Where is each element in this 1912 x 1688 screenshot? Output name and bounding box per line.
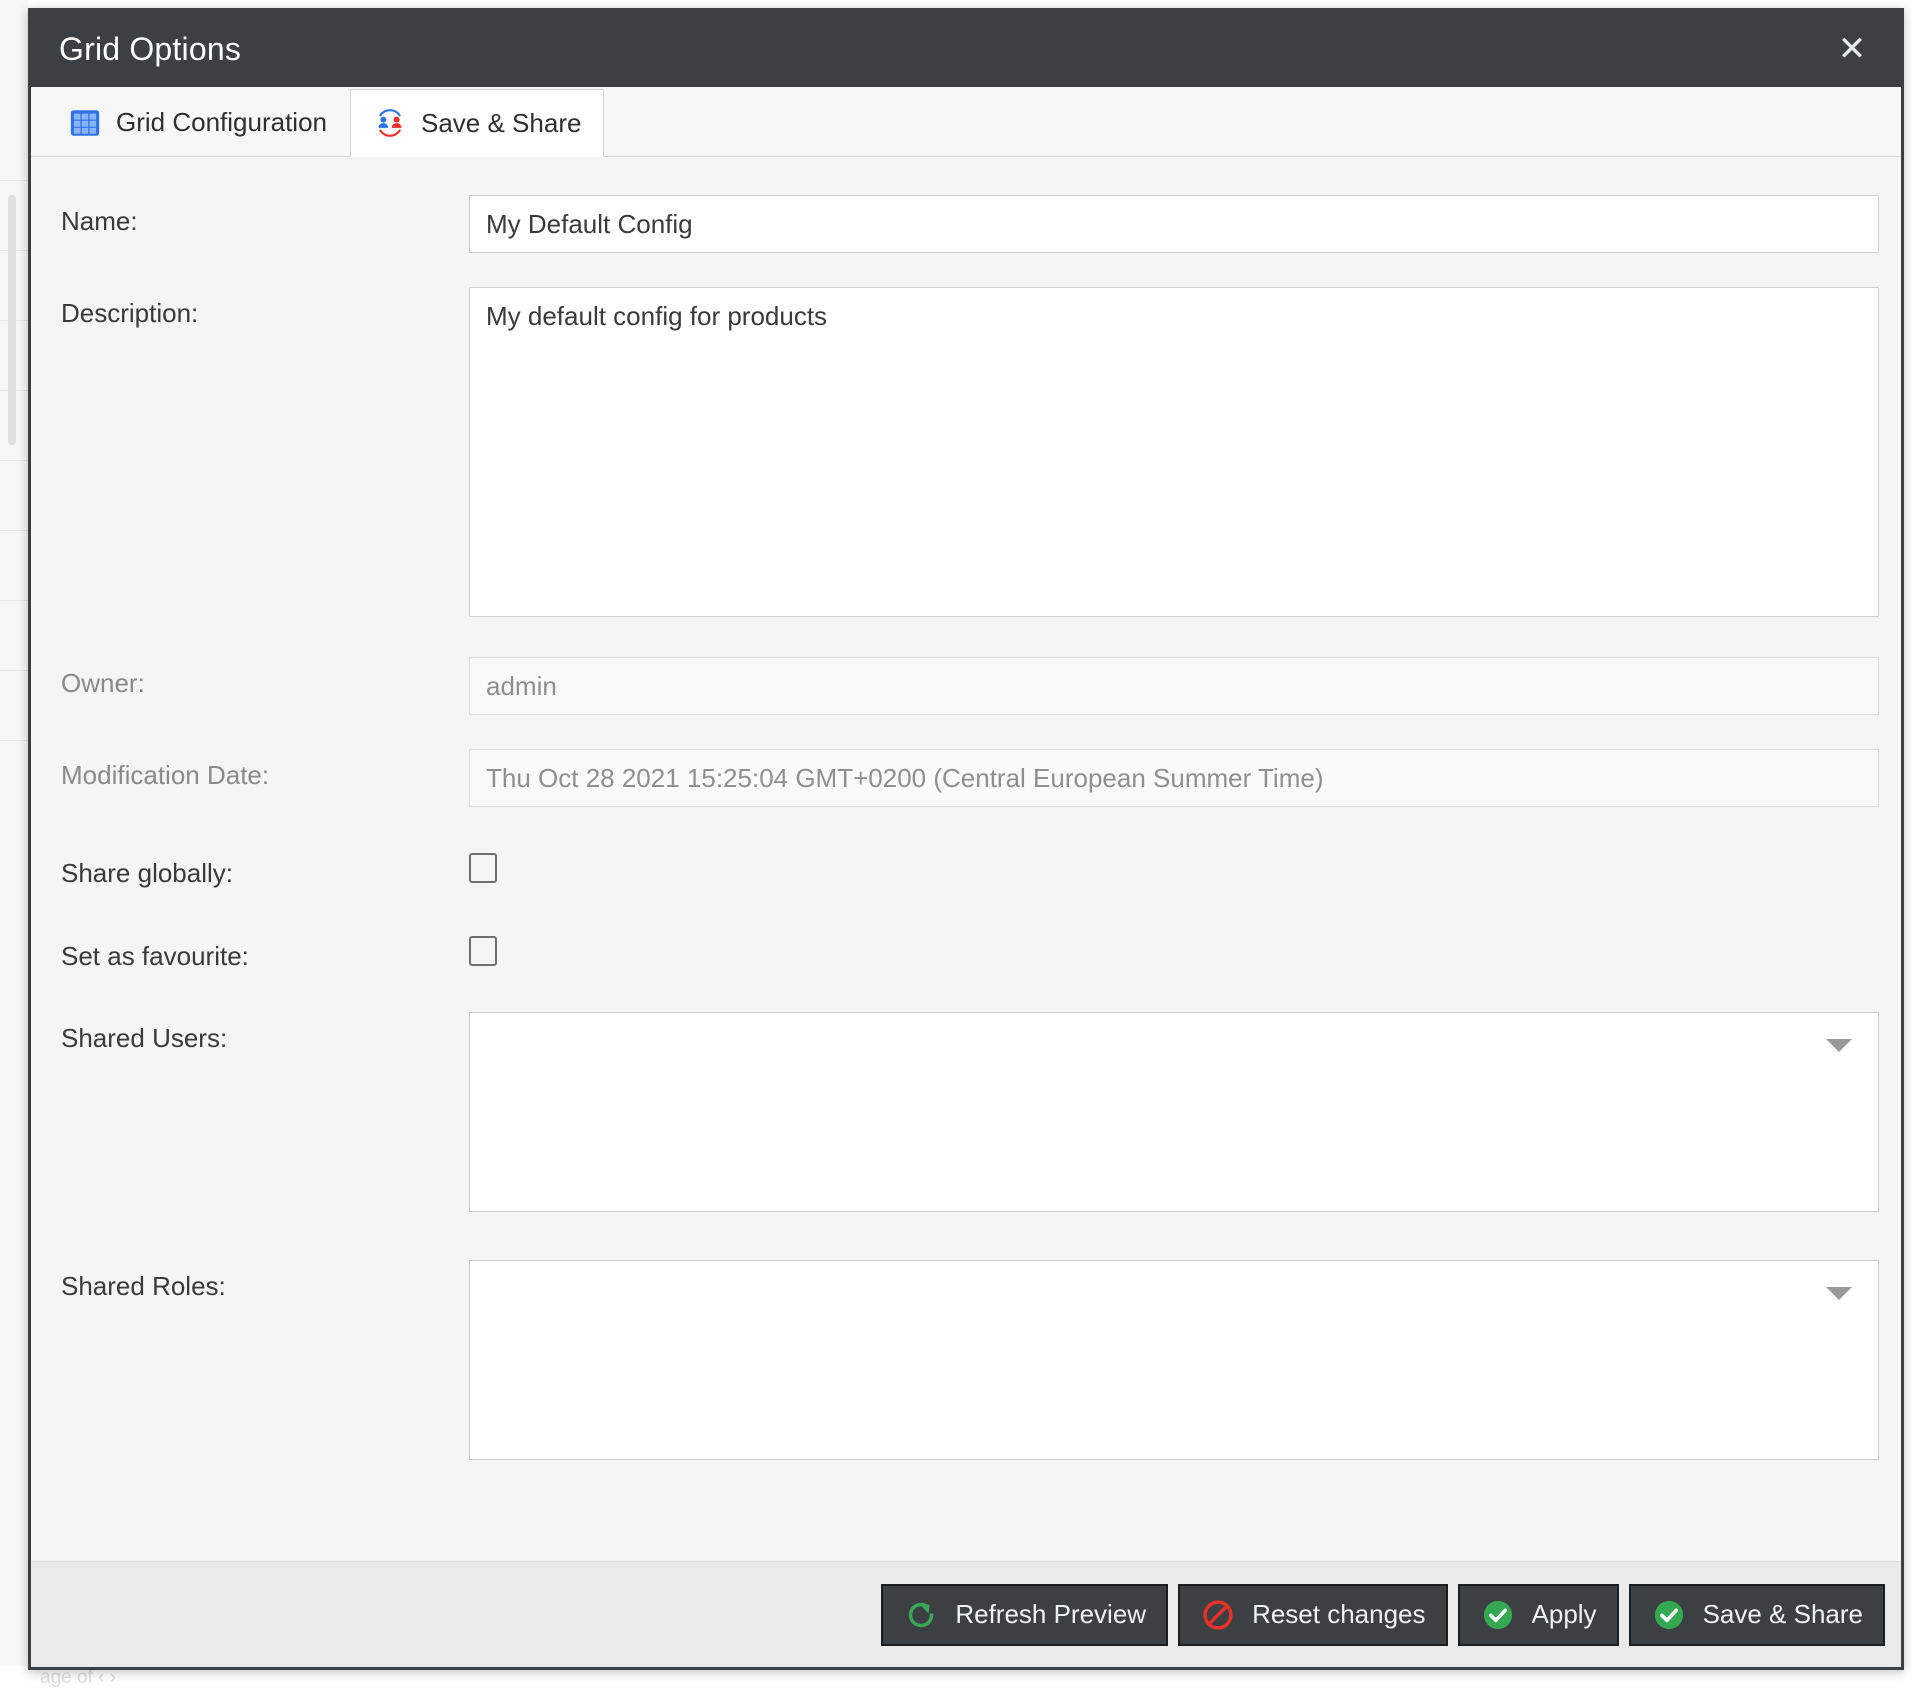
row-description: Description: My default config for produ… xyxy=(31,287,1901,617)
save-and-share-button[interactable]: Save & Share xyxy=(1628,1583,1885,1646)
tab-grid-configuration[interactable]: Grid Configuration xyxy=(45,88,350,156)
modification-date-label: Modification Date: xyxy=(61,760,270,790)
check-circle-icon xyxy=(1654,1600,1683,1629)
refresh-preview-button[interactable]: Refresh Preview xyxy=(881,1583,1169,1646)
close-icon[interactable]: ✕ xyxy=(1829,26,1875,72)
row-share-globally: Share globally: xyxy=(31,847,1901,890)
block-icon xyxy=(1203,1599,1233,1630)
shared-roles-select[interactable] xyxy=(469,1260,1879,1460)
button-label: Save & Share xyxy=(1702,1599,1863,1629)
description-label: Description: xyxy=(61,298,199,328)
dialog-footer: Refresh Preview Reset changes Apply Save… xyxy=(31,1561,1901,1667)
share-globally-checkbox[interactable] xyxy=(469,853,497,883)
share-users-icon xyxy=(378,109,402,137)
description-textarea[interactable]: My default config for products xyxy=(469,287,1879,617)
grid-icon xyxy=(70,109,100,136)
button-label: Apply xyxy=(1531,1599,1597,1629)
refresh-icon xyxy=(909,1602,934,1627)
name-input[interactable]: My Default Config xyxy=(469,195,1879,253)
chevron-down-icon xyxy=(1826,1287,1852,1300)
background-scrollbar-thumb[interactable] xyxy=(8,195,16,445)
button-label: Refresh Preview xyxy=(955,1599,1147,1629)
dialog-titlebar: Grid Options ✕ xyxy=(31,11,1901,87)
reset-changes-button[interactable]: Reset changes xyxy=(1178,1583,1448,1646)
row-modification-date: Modification Date: Thu Oct 28 2021 15:25… xyxy=(31,749,1901,807)
set-as-favourite-checkbox[interactable] xyxy=(469,935,497,966)
page-title: Grid Options xyxy=(59,30,242,67)
name-label: Name: xyxy=(61,206,138,236)
tab-strip: Grid Configuration Save & Share xyxy=(31,87,1901,157)
row-set-as-favourite: Set as favourite: xyxy=(31,930,1901,973)
owner-label: Owner: xyxy=(61,668,145,698)
tab-label: Grid Configuration xyxy=(116,107,327,137)
button-label: Reset changes xyxy=(1252,1599,1426,1629)
set-as-favourite-label: Set as favourite: xyxy=(61,940,249,971)
row-owner: Owner: admin xyxy=(31,657,1901,715)
apply-button[interactable]: Apply xyxy=(1457,1583,1619,1646)
tab-label: Save & Share xyxy=(421,107,582,138)
owner-value: admin xyxy=(469,657,1879,715)
row-shared-roles: Shared Roles: xyxy=(31,1260,1901,1460)
tab-save-and-share[interactable]: Save & Share xyxy=(350,89,605,157)
shared-roles-label: Shared Roles: xyxy=(61,1271,226,1301)
grid-options-dialog: Grid Options ✕ Grid Configuration Save &… xyxy=(28,8,1904,1670)
row-name: Name: My Default Config xyxy=(31,195,1901,253)
share-globally-label: Share globally: xyxy=(61,858,233,888)
background-left-strip xyxy=(0,0,28,1688)
shared-users-label: Shared Users: xyxy=(61,1023,228,1053)
row-shared-users: Shared Users: xyxy=(31,1012,1901,1212)
screen: age of ‹ › Grid Options ✕ Grid Configura… xyxy=(0,0,1912,1688)
modification-date-value: Thu Oct 28 2021 15:25:04 GMT+0200 (Centr… xyxy=(469,749,1879,807)
dialog-body: Name: My Default Config Description: My … xyxy=(31,157,1901,1561)
chevron-down-icon xyxy=(1826,1039,1852,1052)
shared-users-select[interactable] xyxy=(469,1012,1879,1212)
background-ghost-text: age of ‹ › xyxy=(40,1667,117,1688)
check-circle-icon xyxy=(1483,1600,1512,1629)
